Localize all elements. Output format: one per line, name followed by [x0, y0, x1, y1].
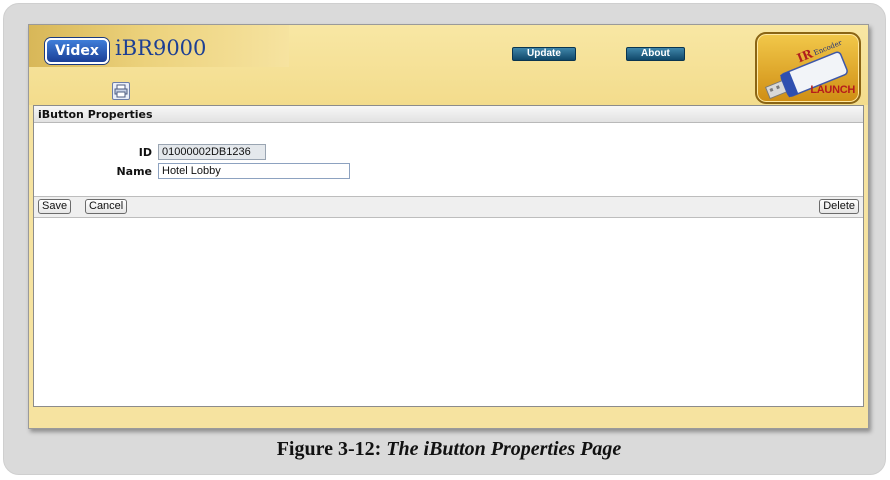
- panel-title: iButton Properties: [34, 106, 863, 123]
- caption-prefix: Figure 3-12:: [276, 438, 382, 460]
- caption-title: The iButton Properties Page: [386, 438, 622, 460]
- videx-logo: Videx: [45, 38, 109, 64]
- name-field[interactable]: Hotel Lobby: [158, 163, 350, 179]
- product-name: iBR9000: [115, 36, 207, 60]
- logo-bar: Videx iBR9000: [29, 25, 289, 67]
- launch-label: LAUNCH: [810, 84, 855, 96]
- delete-button[interactable]: Delete: [819, 199, 859, 214]
- figure-frame: Videx iBR9000 Update About IR Encoder LA…: [3, 3, 886, 475]
- name-label: Name: [116, 165, 152, 178]
- ibutton-properties-panel: iButton Properties ID 01000002DB1236 Nam…: [33, 105, 864, 407]
- id-field: 01000002DB1236: [158, 144, 266, 160]
- app-header: Videx iBR9000 Update About IR Encoder LA…: [29, 25, 868, 105]
- cancel-button[interactable]: Cancel: [85, 199, 128, 214]
- update-button[interactable]: Update: [512, 47, 576, 61]
- printer-icon[interactable]: [112, 82, 130, 100]
- about-button[interactable]: About: [626, 47, 685, 61]
- id-label: ID: [138, 146, 152, 159]
- action-bar: Save Cancel Delete: [34, 196, 863, 218]
- figure-caption: Figure 3-12: The iButton Properties Page: [4, 438, 890, 461]
- save-button[interactable]: Save: [38, 199, 72, 214]
- launch-button[interactable]: IR Encoder LAUNCH: [755, 32, 861, 104]
- app-window: Videx iBR9000 Update About IR Encoder LA…: [28, 24, 869, 429]
